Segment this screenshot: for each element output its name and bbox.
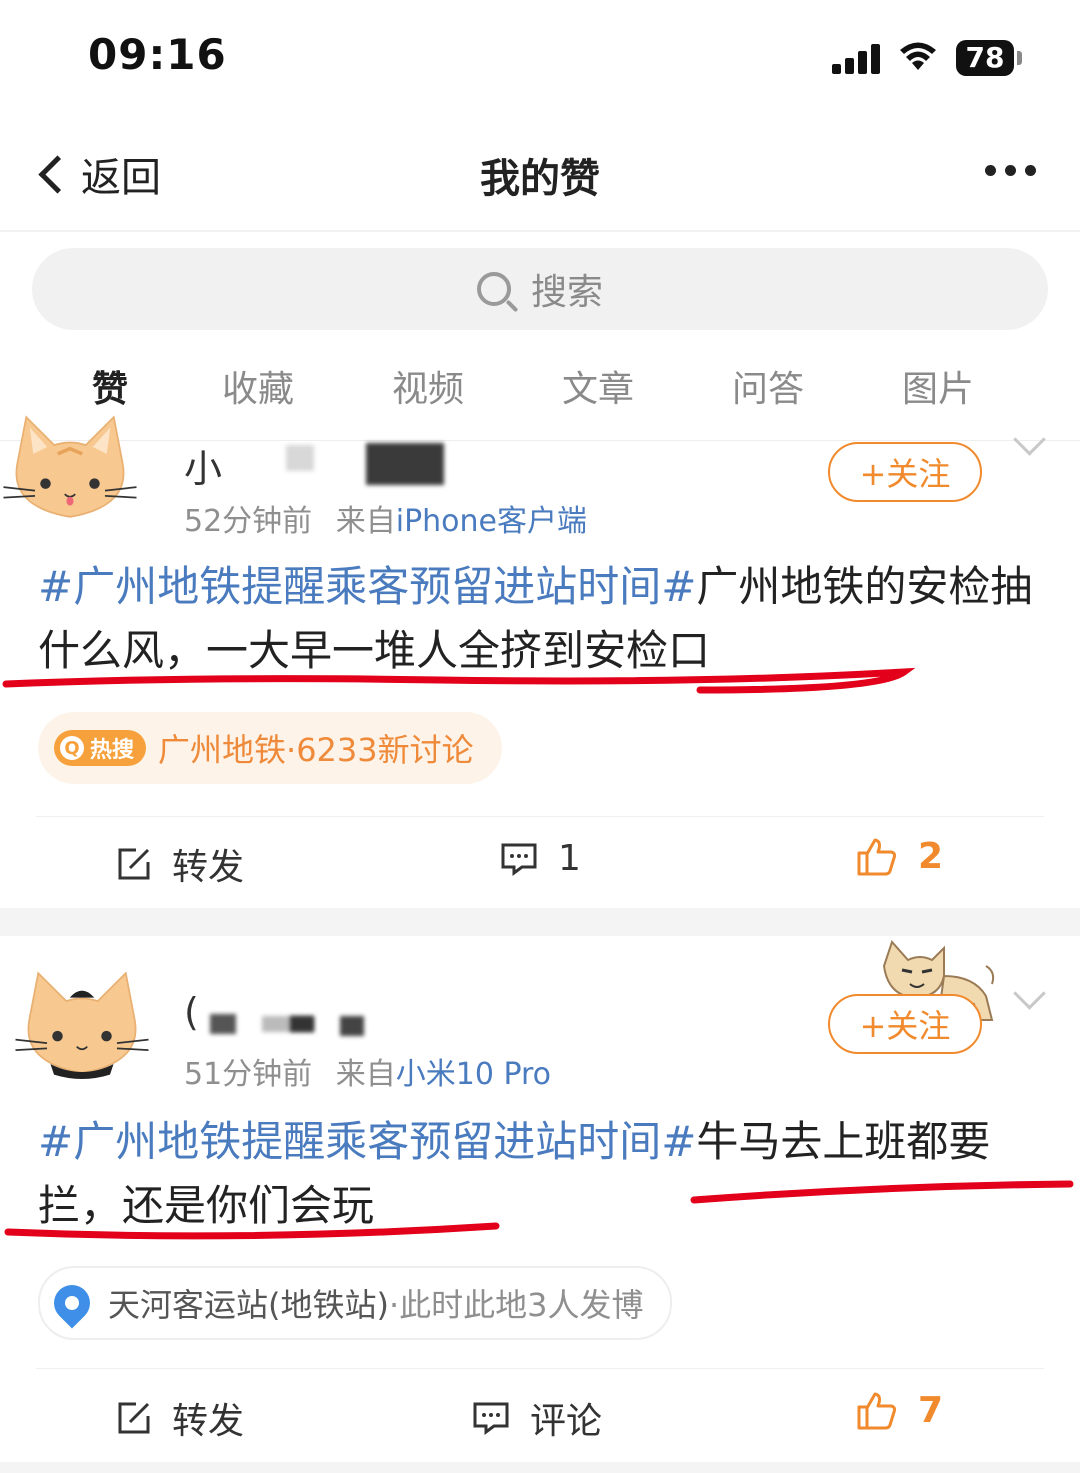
nav-divider	[0, 230, 1080, 232]
location-subtext: ·此时此地3人发博	[388, 1286, 644, 1324]
post-source: iPhone客户端	[395, 504, 587, 539]
thumbs-up-icon	[857, 1392, 897, 1429]
post-username[interactable]: (	[184, 990, 199, 1034]
comment-icon	[473, 1402, 509, 1435]
search-bar[interactable]: 搜索	[32, 248, 1048, 330]
like-button[interactable]: 7	[856, 1390, 943, 1431]
red-underline-annotation	[2, 667, 916, 694]
tab-images[interactable]: 图片	[902, 360, 974, 412]
post-source-prefix: 来自	[335, 1057, 396, 1092]
hot-search-chip[interactable]: Q 热搜 广州地铁·6233新讨论	[38, 712, 502, 784]
tab-bar: 赞 收藏 视频 文章 问答 图片	[0, 360, 1080, 420]
username-redaction	[210, 1014, 236, 1034]
comment-icon	[501, 843, 537, 876]
tab-articles[interactable]: 文章	[562, 360, 634, 412]
hot-search-text: 广州地铁·6233新讨论	[158, 731, 474, 769]
comment-button[interactable]: 评论	[472, 1392, 602, 1444]
comment-count: 1	[558, 838, 581, 879]
hot-search-badge: Q 热搜	[54, 730, 147, 766]
red-underline-annotation	[4, 1222, 500, 1240]
comment-button[interactable]: 1	[500, 838, 581, 879]
location-name: 天河客运站(地铁站)	[108, 1286, 389, 1324]
post-source: 小米10 Pro	[395, 1057, 552, 1092]
comment-label: 评论	[530, 1401, 603, 1442]
red-underline-annotation	[690, 1180, 1074, 1204]
like-count: 7	[918, 1390, 944, 1431]
tab-divider	[0, 440, 1080, 441]
status-time: 09:16	[88, 30, 227, 79]
chevron-down-icon[interactable]	[1013, 977, 1046, 1010]
tab-videos[interactable]: 视频	[392, 360, 464, 412]
card-separator	[0, 1462, 1080, 1473]
divider	[36, 1368, 1044, 1369]
card-separator	[0, 908, 1080, 936]
chevron-down-icon[interactable]	[1013, 423, 1046, 456]
search-icon	[476, 272, 511, 306]
page-title: 我的赞	[480, 156, 600, 202]
post-time: 51分钟前	[184, 1057, 313, 1092]
like-count: 2	[918, 836, 944, 877]
username-redaction	[340, 1016, 364, 1036]
like-button[interactable]: 2	[856, 836, 943, 877]
repost-button[interactable]: 转发	[116, 1392, 244, 1444]
post-source-prefix: 来自	[335, 504, 396, 539]
avatar-cat[interactable]	[12, 958, 152, 1088]
thumbs-up-icon	[857, 838, 897, 875]
post-time: 52分钟前	[184, 504, 313, 539]
wifi-icon	[900, 42, 936, 70]
tab-qa[interactable]: 问答	[732, 360, 804, 412]
repost-icon	[118, 1402, 150, 1434]
search-icon: Q	[60, 736, 84, 760]
avatar-cat[interactable]	[0, 402, 140, 532]
post-meta: 51分钟前 来自小米10 Pro	[184, 1049, 551, 1093]
username-redaction	[286, 445, 314, 471]
battery-indicator: 78	[956, 40, 1022, 76]
location-pin-icon	[46, 1277, 98, 1329]
repost-label: 转发	[172, 847, 245, 888]
cellular-signal-icon	[832, 42, 882, 74]
post-username[interactable]: 小	[184, 438, 222, 493]
repost-icon	[118, 848, 150, 880]
follow-button[interactable]: +关注	[828, 442, 982, 502]
post-hashtag[interactable]: #广州地铁提醒乘客预留进站时间#	[38, 1117, 696, 1166]
location-chip[interactable]: 天河客运站(地铁站) ·此时此地3人发博	[38, 1266, 672, 1340]
follow-button[interactable]: +关注	[828, 994, 982, 1054]
username-redaction	[366, 443, 444, 485]
post-meta: 52分钟前 来自iPhone客户端	[184, 496, 587, 540]
username-redaction	[290, 1016, 314, 1032]
divider	[36, 816, 1044, 817]
post-hashtag[interactable]: #广州地铁提醒乘客预留进站时间#	[38, 562, 696, 611]
repost-button[interactable]: 转发	[116, 838, 244, 890]
tab-favorites[interactable]: 收藏	[222, 360, 294, 412]
search-placeholder: 搜索	[530, 272, 603, 313]
repost-label: 转发	[172, 1401, 245, 1442]
more-options-button[interactable]	[985, 165, 1036, 176]
